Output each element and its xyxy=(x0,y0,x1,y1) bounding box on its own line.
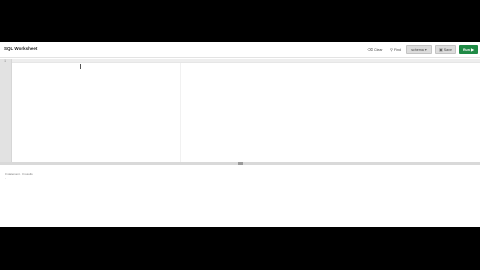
save-button-label: Save xyxy=(443,47,452,52)
results-status: 0 statement · 0 results xyxy=(5,172,33,176)
eraser-icon: ⌫ xyxy=(367,46,374,52)
chevron-down-icon: ▾ xyxy=(424,46,427,52)
search-icon: ⚲ xyxy=(390,46,393,52)
find-button[interactable]: ⚲ Find xyxy=(387,45,404,54)
save-button[interactable]: ▣ Save xyxy=(435,45,456,54)
sql-worksheet-window: SQL Worksheet ⌫ Clear ⚲ Find schema ▾ ▣ … xyxy=(0,42,480,227)
clear-button[interactable]: ⌫ Clear xyxy=(365,45,385,54)
page-title: SQL Worksheet xyxy=(4,46,38,51)
worksheet-header: SQL Worksheet ⌫ Clear ⚲ Find schema ▾ ▣ … xyxy=(0,42,480,58)
run-button-label: Run xyxy=(462,47,470,52)
line-number-gutter: 1 xyxy=(0,59,12,162)
results-pane: 0 statement · 0 results - xyxy=(0,165,480,227)
results-marker: - xyxy=(5,176,6,180)
find-button-label: Find xyxy=(393,47,401,52)
line-number: 1 xyxy=(4,60,7,64)
clear-button-label: Clear xyxy=(374,47,383,52)
schema-select[interactable]: schema ▾ xyxy=(406,45,432,54)
editor-text-area[interactable] xyxy=(13,63,480,162)
run-button[interactable]: Run ▶ xyxy=(459,45,478,54)
save-icon: ▣ xyxy=(439,46,443,52)
play-icon: ▶ xyxy=(470,46,475,52)
text-cursor xyxy=(80,64,81,69)
sql-editor[interactable]: 1 xyxy=(0,59,480,162)
print-margin xyxy=(180,63,181,162)
schema-select-label: schema xyxy=(411,47,424,52)
